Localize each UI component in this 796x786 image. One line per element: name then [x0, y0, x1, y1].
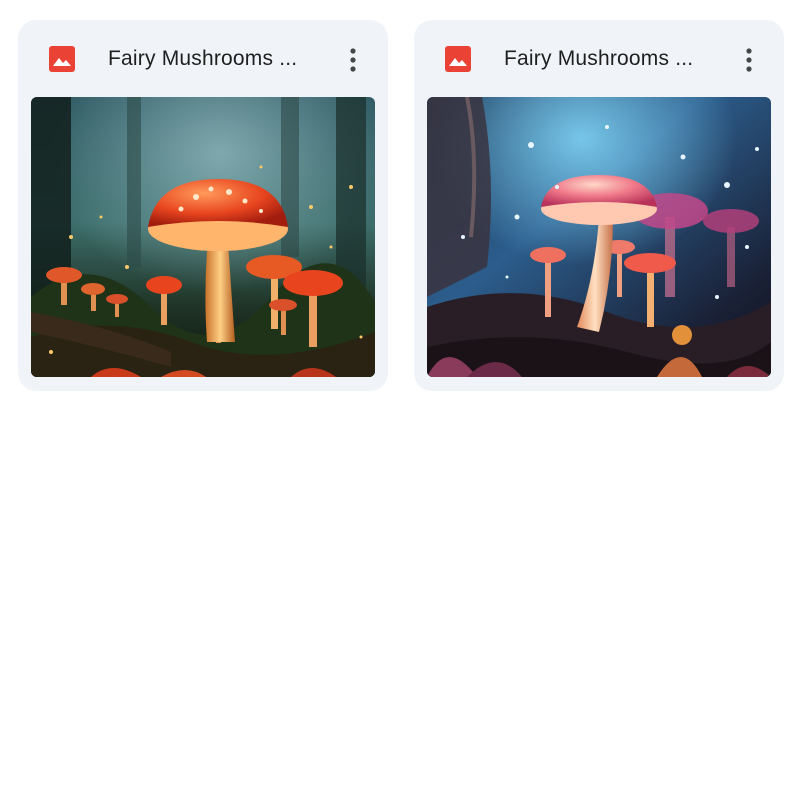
more-actions-button[interactable]	[334, 41, 372, 79]
file-title[interactable]: Fairy Mushrooms ...	[108, 45, 333, 73]
file-card-header: Fairy Mushrooms ...	[414, 20, 784, 97]
more-vert-icon	[350, 48, 356, 72]
more-vert-icon	[746, 48, 752, 72]
file-card[interactable]: Fairy Mushrooms ...	[414, 20, 784, 391]
image-file-icon	[445, 46, 471, 72]
file-thumbnail[interactable]	[31, 97, 375, 377]
file-card-header: Fairy Mushrooms ...	[18, 20, 388, 97]
file-thumbnail[interactable]	[427, 97, 771, 377]
image-file-icon	[49, 46, 75, 72]
file-card[interactable]: Fairy Mushrooms ...	[18, 20, 388, 391]
more-actions-button[interactable]	[730, 41, 768, 79]
file-grid: Fairy Mushrooms ... Fairy Mushrooms ...	[0, 0, 796, 786]
file-title[interactable]: Fairy Mushrooms ...	[504, 45, 729, 73]
